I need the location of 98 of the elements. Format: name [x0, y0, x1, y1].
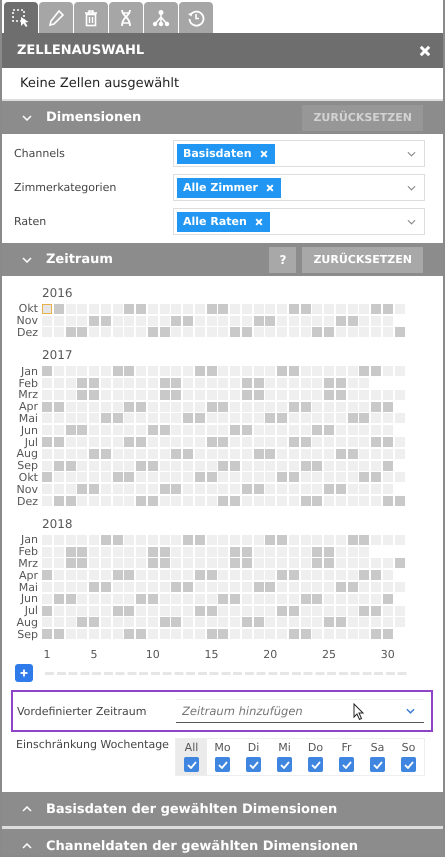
month-label: Sep — [17, 628, 38, 640]
checkbox[interactable] — [308, 757, 323, 772]
section-title: Zeitraum — [46, 252, 113, 267]
weekday-label: So — [402, 741, 416, 754]
month-label: Mai — [18, 582, 38, 593]
year-label: 2016 — [42, 286, 74, 300]
month-label: Dez — [16, 496, 38, 507]
weekday-label: Sa — [370, 741, 384, 754]
month-label: Apr — [18, 570, 38, 581]
multi-select-field[interactable]: Alle Zimmer — [173, 174, 425, 201]
day-tick: 1 — [42, 648, 52, 661]
reset-button[interactable]: ZURÜCKSETZEN — [302, 246, 423, 272]
dropdown-icon[interactable] — [407, 218, 416, 224]
month-label: Mrz — [17, 389, 38, 400]
toolbar-tab[interactable] — [4, 2, 38, 33]
panel-title: ZELLENAUSWAHL — [17, 43, 146, 58]
toolbar-tab[interactable] — [109, 2, 143, 33]
month-label: Mai — [18, 412, 38, 424]
remove-icon[interactable] — [254, 218, 263, 226]
field-label: Raten — [14, 215, 48, 228]
month-label: Jan — [20, 366, 38, 377]
month-label: Jul — [24, 436, 38, 448]
day-tick: 25 — [324, 648, 334, 661]
weekday-label: Fr — [341, 741, 352, 754]
weekday-label: Mi — [278, 741, 291, 754]
month-label: Nov — [16, 484, 38, 495]
year-label: 2017 — [42, 348, 74, 362]
section-header[interactable]: Basisdaten der gewählten Dimensionen — [2, 792, 443, 830]
month-label: Dez — [16, 326, 38, 338]
section-title: Channeldaten der gewählten Dimensionen — [46, 838, 358, 854]
section-header[interactable]: Channeldaten der gewählten Dimensionen — [2, 829, 443, 855]
month-label: Okt — [18, 472, 38, 483]
month-label: Feb — [18, 378, 38, 389]
remove-icon[interactable] — [260, 150, 268, 158]
section-title: Basisdaten der gewählten Dimensionen — [46, 802, 338, 817]
help-button[interactable]: ? — [269, 246, 296, 272]
checkbox[interactable] — [339, 757, 354, 772]
day-tick: 20 — [265, 648, 276, 661]
checkbox[interactable] — [246, 757, 261, 772]
month-label: Mrz — [17, 558, 38, 569]
selection-icon — [12, 8, 30, 26]
checkbox[interactable] — [277, 757, 292, 772]
checkbox[interactable] — [215, 757, 230, 772]
day-tick: 30 — [382, 648, 393, 661]
section-header[interactable]: Zeitraum ? ZURÜCKSETZEN — [2, 243, 443, 276]
weekday-label: Mo — [214, 741, 231, 754]
checkbox[interactable] — [401, 757, 416, 772]
weekday-label: Di — [248, 741, 260, 754]
chevron-down-icon[interactable] — [22, 114, 32, 120]
tag-label: Alle Raten — [183, 215, 247, 228]
period-select-field[interactable]: Zeitraum hinzufügen — [176, 699, 424, 724]
weekday-label: Do — [308, 741, 324, 754]
multi-select-field[interactable]: Alle Raten — [173, 208, 425, 235]
chevron-up-icon[interactable] — [22, 843, 32, 850]
weekday-label: All — [184, 741, 198, 754]
dropdown-icon[interactable] — [407, 184, 416, 190]
day-tick: 15 — [206, 648, 216, 661]
month-label: Nov — [16, 315, 38, 326]
hierarchy-icon — [152, 8, 170, 26]
chevron-down-icon[interactable] — [22, 256, 32, 262]
toolbar-tab[interactable] — [179, 2, 213, 33]
day-tick: 10 — [148, 648, 158, 661]
month-label: Jun — [19, 593, 38, 604]
field-label: Einschränkung Wochentage — [16, 738, 170, 752]
month-label: Okt — [18, 303, 38, 314]
trash-icon — [82, 8, 100, 26]
remove-icon[interactable] — [266, 184, 274, 192]
field-label: Channels — [14, 147, 66, 160]
year-label: 2018 — [42, 516, 74, 531]
month-label: Apr — [18, 401, 38, 412]
dropdown-icon[interactable] — [407, 150, 416, 156]
month-label: Sep — [17, 460, 38, 472]
predefined-period-row[interactable]: Vordefinierter Zeitraum Zeitraum hinzufügen — [11, 690, 433, 732]
section-title: Dimensionen — [46, 110, 142, 125]
pencil-icon — [47, 8, 65, 26]
month-label: Jun — [19, 424, 38, 436]
mouse-cursor-icon — [353, 703, 365, 722]
toolbar-tab[interactable] — [74, 2, 108, 33]
field-label: Zimmerkategorien — [14, 181, 118, 194]
add-button[interactable] — [15, 664, 33, 682]
plus-icon — [20, 669, 28, 678]
month-label: Feb — [18, 546, 38, 558]
month-label: Aug — [16, 448, 38, 460]
toolbar-tab[interactable] — [144, 2, 178, 33]
chevron-up-icon[interactable] — [22, 806, 32, 812]
month-label: Jan — [20, 534, 38, 546]
tag-label: Alle Zimmer — [183, 181, 258, 194]
field-label: Vordefinierter Zeitraum — [17, 704, 148, 718]
dropdown-icon[interactable] — [406, 708, 415, 714]
toolbar-tab[interactable] — [39, 2, 73, 33]
tag-label: Basisdaten — [183, 147, 252, 160]
month-label: Jul — [24, 605, 38, 616]
day-tick: 5 — [90, 648, 98, 661]
month-label: Aug — [16, 616, 38, 628]
multi-select-field[interactable]: Basisdaten — [173, 140, 425, 167]
checkbox[interactable] — [184, 757, 199, 772]
checkbox[interactable] — [370, 757, 385, 772]
history-icon — [187, 8, 205, 26]
